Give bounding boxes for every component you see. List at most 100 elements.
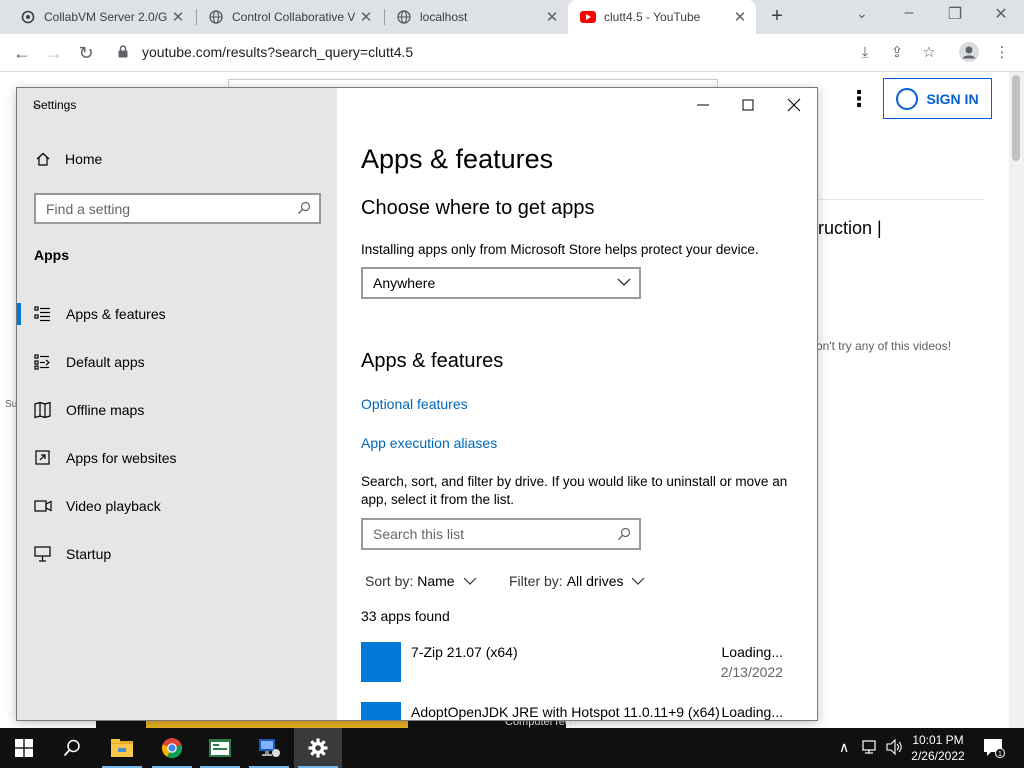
default-apps-icon (34, 354, 50, 370)
sidebar-item-video-playback[interactable]: Video playback (17, 486, 337, 526)
notification-center-icon[interactable]: 1 (983, 738, 1005, 761)
chevron-down-icon (463, 577, 477, 585)
chrome-menu-icon[interactable]: ⋮ (991, 42, 1013, 64)
browser-tab-active[interactable]: clutt4.5 - YouTube ✕ (568, 0, 756, 34)
apps-features-heading: Apps & features (361, 350, 504, 372)
profile-icon[interactable] (958, 42, 980, 64)
forward-icon[interactable]: → (42, 41, 66, 65)
settings-sidebar: ← Settings Home Apps Apps & features Def… (17, 88, 337, 720)
account-icon (896, 87, 919, 110)
volume-icon[interactable] (886, 738, 904, 758)
chevron-down-icon (632, 577, 645, 585)
chrome-icon (161, 738, 183, 759)
taskbar: ∧ 10:01 PM 2/26/2022 1 (0, 728, 1024, 768)
share-icon[interactable]: ⇪ (886, 42, 908, 64)
video-title-fragment[interactable]: ruction | (818, 218, 882, 239)
windows-logo-icon (15, 739, 33, 757)
search-list-input[interactable] (363, 520, 603, 548)
back-icon[interactable]: ← (10, 41, 34, 65)
app-list-item[interactable]: AdoptOpenJDK JRE with Hotspot 11.0.11+9 … (361, 702, 791, 720)
apps-count: 33 apps found (361, 608, 450, 624)
settings-taskbar-button[interactable] (294, 728, 342, 768)
restore-icon[interactable]: ❐ (945, 4, 965, 24)
list-icon (34, 306, 50, 322)
collabvm-icon (20, 9, 36, 25)
reload-icon[interactable]: ↻ (74, 41, 98, 65)
settings-content: Apps & features Choose where to get apps… (337, 88, 817, 720)
startup-icon (34, 546, 51, 562)
section-heading: Apps (34, 247, 69, 263)
new-tab-button[interactable]: + (766, 5, 788, 28)
browser-tab-strip: CollabVM Server 2.0/G ✕ Control Collabor… (0, 0, 1024, 34)
app-list-item[interactable]: 7-Zip 21.07 (x64) Loading... 2/13/2022 (361, 642, 791, 702)
browser-toolbar: ← → ↻ youtube.com/results?search_query=c… (0, 34, 1024, 72)
sidebar-item-startup[interactable]: Startup (17, 534, 337, 574)
network-icon[interactable] (862, 739, 880, 758)
sort-by-dropdown[interactable]: Sort by: Name (365, 573, 477, 589)
app-button[interactable] (196, 728, 244, 768)
app-execution-aliases-link[interactable]: App execution aliases (361, 435, 497, 451)
close-tab-icon[interactable]: ✕ (732, 8, 748, 26)
close-tab-icon[interactable]: ✕ (544, 8, 560, 26)
network-app-button[interactable] (245, 728, 293, 768)
chevron-down-icon (617, 278, 631, 286)
search-icon (298, 201, 311, 214)
lock-icon[interactable] (118, 45, 128, 58)
browser-tab[interactable]: CollabVM Server 2.0/G ✕ (8, 0, 194, 34)
tab-search-icon[interactable]: ⌄ (856, 5, 868, 22)
sidebar-item-apps-for-websites[interactable]: Apps for websites (17, 438, 337, 478)
file-explorer-button[interactable] (98, 728, 146, 768)
address-bar[interactable]: youtube.com/results?search_query=clutt4.… (142, 44, 413, 60)
show-hidden-icons[interactable]: ∧ (839, 739, 849, 756)
start-button[interactable] (0, 728, 48, 768)
browser-tab[interactable]: Control Collaborative V ✕ (196, 0, 382, 34)
notification-count: 1 (998, 751, 1002, 758)
scrollbar-thumb[interactable] (1012, 75, 1020, 161)
app-source-dropdown[interactable]: Anywhere (361, 267, 641, 299)
settings-window: ← Settings Home Apps Apps & features Def… (16, 87, 818, 721)
video-description-fragment: on't try any of this videos! (816, 339, 952, 353)
bookmark-star-icon[interactable]: ☆ (918, 42, 940, 64)
dropdown-value: Anywhere (373, 275, 436, 291)
open-in-app-icon (35, 450, 50, 465)
app-window-icon (209, 739, 231, 757)
close-tab-icon[interactable]: ✕ (358, 8, 374, 26)
browser-tab[interactable]: localhost ✕ (384, 0, 568, 34)
folder-icon (111, 739, 133, 757)
globe-icon (208, 9, 224, 25)
gear-icon (308, 738, 328, 758)
choose-apps-heading: Choose where to get apps (361, 197, 595, 219)
sidebar-item-default-apps[interactable]: Default apps (17, 342, 337, 382)
window-title: Settings (33, 98, 77, 112)
sidebar-item-apps-features[interactable]: Apps & features (17, 294, 337, 334)
search-button[interactable] (48, 728, 96, 768)
close-tab-icon[interactable]: ✕ (170, 8, 186, 26)
app-icon (361, 642, 401, 682)
youtube-icon (580, 9, 596, 25)
maximize-icon[interactable] (738, 96, 758, 114)
network-computer-icon (259, 739, 280, 757)
sidebar-home[interactable]: Home (35, 151, 102, 167)
map-icon (34, 401, 51, 419)
find-setting-input[interactable] (36, 195, 276, 222)
find-setting-box[interactable] (34, 193, 321, 224)
home-icon (36, 152, 50, 166)
globe-icon (396, 9, 412, 25)
optional-features-link[interactable]: Optional features (361, 396, 468, 412)
video-icon (34, 500, 52, 512)
minimize-icon[interactable]: – (899, 4, 919, 22)
page-scrollbar[interactable] (1009, 72, 1024, 728)
minimize-icon[interactable] (693, 96, 713, 114)
close-window-icon[interactable]: ✕ (991, 4, 1011, 24)
search-icon (618, 527, 631, 540)
filter-by-dropdown[interactable]: Filter by: All drives (509, 573, 645, 589)
close-icon[interactable] (784, 96, 804, 114)
install-app-icon[interactable]: ⤓ (854, 42, 876, 64)
system-clock[interactable]: 10:01 PM 2/26/2022 (908, 732, 968, 764)
sidebar-item-offline-maps[interactable]: Offline maps (17, 390, 337, 430)
search-list-box[interactable] (361, 518, 641, 550)
chrome-button[interactable] (148, 728, 196, 768)
more-options-icon[interactable]: ⋮ (848, 86, 870, 112)
sign-in-button[interactable]: SIGN IN (883, 78, 992, 119)
divider (818, 199, 985, 200)
